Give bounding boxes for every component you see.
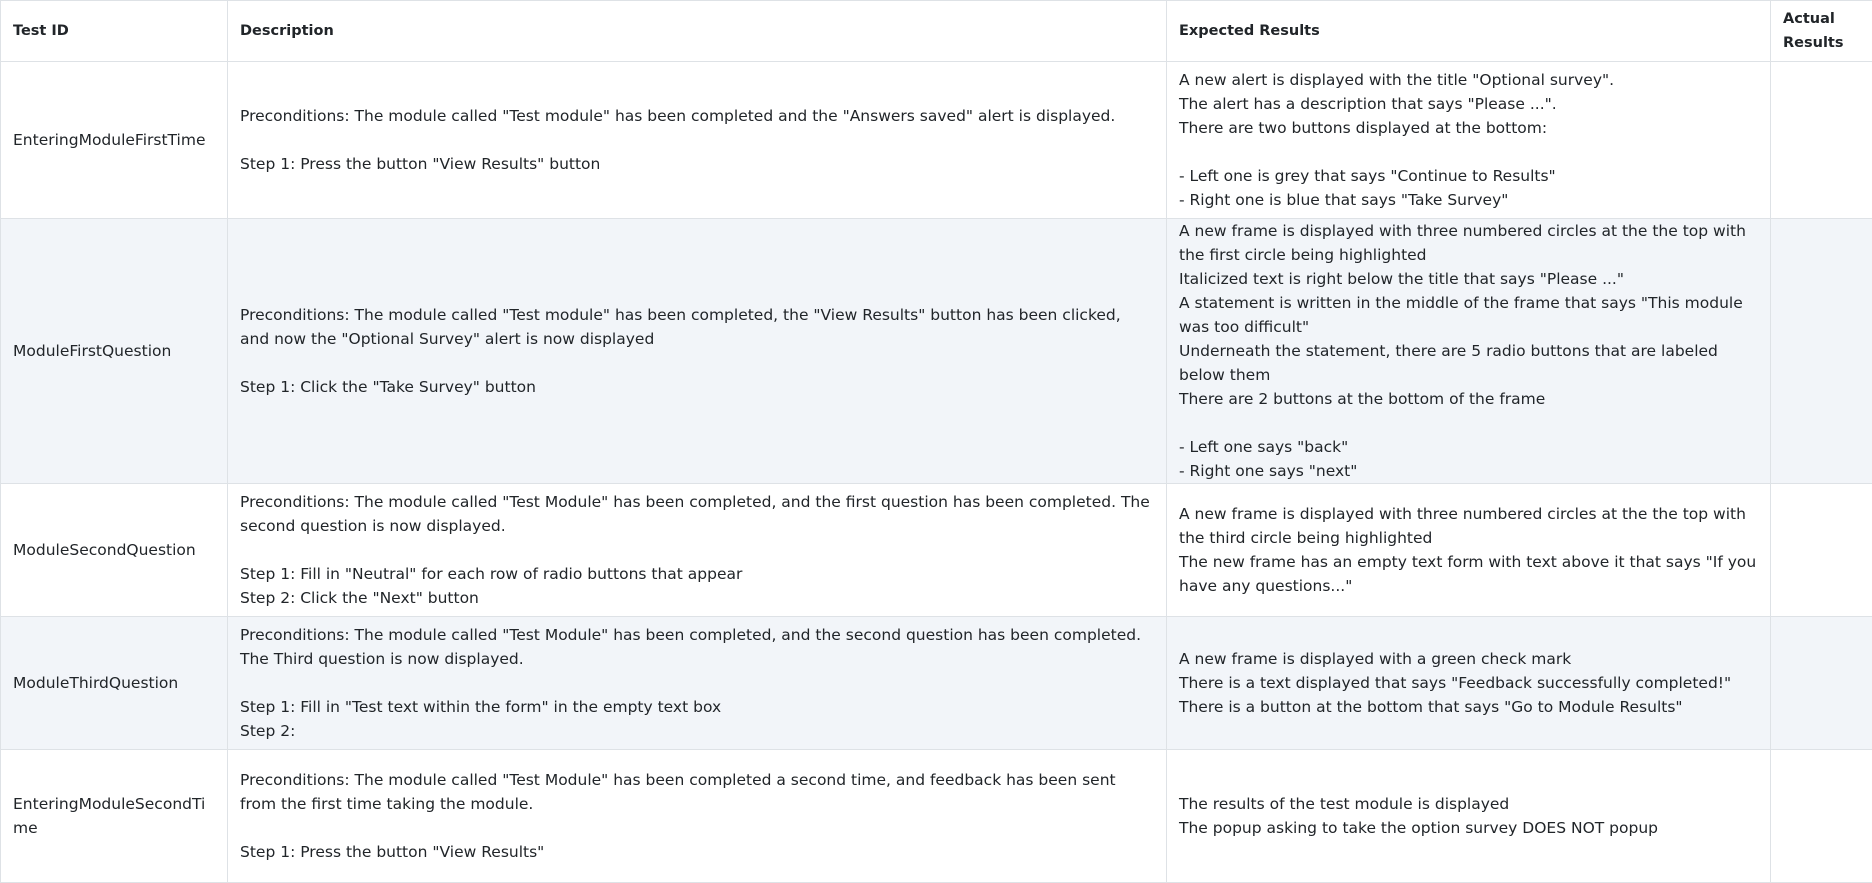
cell-test-id: EnteringModuleSecondTime bbox=[1, 750, 228, 883]
cell-description: Preconditions: The module called "Test M… bbox=[228, 750, 1167, 883]
cell-test-id: EnteringModuleFirstTime bbox=[1, 62, 228, 219]
cell-expected-results: A new frame is displayed with a green ch… bbox=[1167, 617, 1771, 750]
cell-description: Preconditions: The module called "Test M… bbox=[228, 617, 1167, 750]
table-row: ModuleSecondQuestion Preconditions: The … bbox=[1, 484, 1872, 617]
cell-description: Preconditions: The module called "Test M… bbox=[228, 484, 1167, 617]
test-case-table: Test ID Description Expected Results Act… bbox=[0, 0, 1872, 883]
header-description: Description bbox=[228, 1, 1167, 62]
cell-test-id: ModuleFirstQuestion bbox=[1, 219, 228, 484]
table-header: Test ID Description Expected Results Act… bbox=[1, 1, 1872, 62]
cell-actual-results bbox=[1771, 617, 1872, 750]
table-row: EnteringModuleFirstTime Preconditions: T… bbox=[1, 62, 1872, 219]
cell-expected-results: The results of the test module is displa… bbox=[1167, 750, 1771, 883]
cell-expected-results: A new frame is displayed with three numb… bbox=[1167, 219, 1771, 484]
cell-actual-results bbox=[1771, 62, 1872, 219]
cell-test-id: ModuleSecondQuestion bbox=[1, 484, 228, 617]
table-row: EnteringModuleSecondTime Preconditions: … bbox=[1, 750, 1872, 883]
header-test-id: Test ID bbox=[1, 1, 228, 62]
table-body: EnteringModuleFirstTime Preconditions: T… bbox=[1, 62, 1872, 883]
cell-actual-results bbox=[1771, 219, 1872, 484]
cell-expected-results: A new alert is displayed with the title … bbox=[1167, 62, 1771, 219]
table-row: ModuleFirstQuestion Preconditions: The m… bbox=[1, 219, 1872, 484]
cell-actual-results bbox=[1771, 484, 1872, 617]
header-actual-results: Actual Results bbox=[1771, 1, 1872, 62]
header-expected-results: Expected Results bbox=[1167, 1, 1771, 62]
table-row: ModuleThirdQuestion Preconditions: The m… bbox=[1, 617, 1872, 750]
cell-actual-results bbox=[1771, 750, 1872, 883]
cell-description: Preconditions: The module called "Test m… bbox=[228, 219, 1167, 484]
header-row: Test ID Description Expected Results Act… bbox=[1, 1, 1872, 62]
cell-expected-results: A new frame is displayed with three numb… bbox=[1167, 484, 1771, 617]
cell-description: Preconditions: The module called "Test m… bbox=[228, 62, 1167, 219]
cell-test-id: ModuleThirdQuestion bbox=[1, 617, 228, 750]
